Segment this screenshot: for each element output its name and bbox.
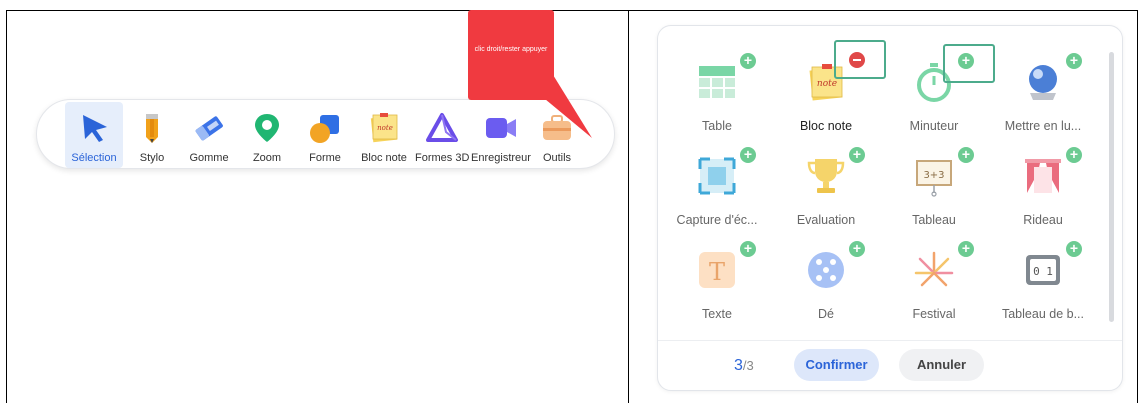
grid-item-festival[interactable]: + Festival xyxy=(880,241,988,331)
highlight-box xyxy=(834,40,886,79)
page-total: /3 xyxy=(742,358,754,373)
grid-item-label: Bloc note xyxy=(799,119,853,133)
tool-label: Forme xyxy=(309,152,341,164)
grid-item-scoreboard[interactable]: 0 1 + Tableau de b... xyxy=(989,241,1097,331)
panel-divider xyxy=(628,10,629,403)
tool-label: Zoom xyxy=(252,152,282,164)
grid-item-label: Tableau de b... xyxy=(1001,307,1084,321)
grid-item-blackboard[interactable]: 3+3 + Tableau xyxy=(880,147,988,237)
tool-label: Stylo xyxy=(139,152,165,164)
add-badge-icon[interactable]: + xyxy=(958,147,974,163)
footer-divider xyxy=(658,340,1122,341)
scoreboard-text: 0 1 xyxy=(1033,265,1053,278)
grid-item-table[interactable]: + Table xyxy=(663,53,771,143)
add-badge-icon[interactable]: + xyxy=(740,53,756,69)
tool-pen[interactable]: Stylo xyxy=(127,102,177,168)
tool-zoom[interactable]: Zoom xyxy=(242,102,292,168)
callout-text: clic droit/rester appuyer xyxy=(474,46,548,53)
grid-item-text[interactable]: T + Texte xyxy=(663,241,771,331)
grid-item-spotlight[interactable]: + Mettre en lu... xyxy=(989,53,1097,143)
fireworks-icon xyxy=(914,251,954,287)
grid-item-screenshot[interactable]: + Capture d'éc... xyxy=(663,147,771,237)
add-badge-icon[interactable]: + xyxy=(1066,53,1082,69)
tool-label: Enregistreur xyxy=(471,152,531,164)
grid-item-label: Dé xyxy=(818,307,834,321)
scoreboard-icon: 0 1 xyxy=(1026,255,1060,285)
arrow-cursor-icon xyxy=(83,115,107,142)
tool-3d-shapes[interactable]: Formes 3D xyxy=(415,102,469,168)
cancel-button[interactable]: Annuler xyxy=(899,349,984,381)
shapes-icon xyxy=(310,115,339,143)
highlight-box xyxy=(943,44,995,83)
triangle-3d-icon xyxy=(426,113,458,142)
grid-item-label: Minuteur xyxy=(909,119,959,133)
grid-item-label: Texte xyxy=(702,307,732,321)
grid-item-label: Table xyxy=(702,119,732,133)
grid-item-label: Evaluation xyxy=(796,213,856,227)
grid-item-label: Rideau xyxy=(1023,213,1063,227)
add-badge-icon[interactable]: + xyxy=(1066,147,1082,163)
grid-item-dice[interactable]: + Dé xyxy=(772,241,880,331)
grid-item-label: Capture d'éc... xyxy=(676,213,758,227)
curtain-icon xyxy=(1025,159,1061,193)
callout-annotation xyxy=(468,10,554,100)
text-glyph: T xyxy=(709,258,725,286)
add-badge-icon[interactable]: + xyxy=(958,241,974,257)
tool-label: Gomme xyxy=(189,152,229,164)
grid-item-label: Tableau xyxy=(912,213,956,227)
tool-label: Formes 3D xyxy=(415,152,470,164)
add-badge-icon[interactable]: + xyxy=(849,241,865,257)
blackboard-icon: 3+3 xyxy=(916,160,952,197)
screenshot-icon xyxy=(698,157,736,195)
grid-item-label: Festival xyxy=(912,307,956,321)
add-badge-icon[interactable]: + xyxy=(849,147,865,163)
page-current: 3 xyxy=(734,357,743,374)
svg-text:note: note xyxy=(377,124,393,132)
grid-item-evaluation[interactable]: + Evaluation xyxy=(772,147,880,237)
tool-shape[interactable]: Forme xyxy=(299,102,351,168)
eraser-icon xyxy=(195,116,223,141)
tool-label: Bloc note xyxy=(361,152,407,164)
tool-sticky-note[interactable]: note Bloc note xyxy=(357,102,411,168)
map-pin-icon xyxy=(255,114,279,142)
crystal-ball-icon xyxy=(1029,65,1057,100)
grid-item-label: Mettre en lu... xyxy=(1004,119,1082,133)
add-badge-icon[interactable]: + xyxy=(740,147,756,163)
svg-text:note: note xyxy=(817,79,837,89)
add-badge-icon[interactable]: + xyxy=(740,241,756,257)
add-badge-icon[interactable]: + xyxy=(1066,241,1082,257)
grid-item-curtain[interactable]: + Rideau xyxy=(989,147,1097,237)
tool-label: Sélection xyxy=(71,152,117,164)
board-text: 3+3 xyxy=(923,170,944,181)
dice-icon xyxy=(808,252,844,288)
tool-selection[interactable]: Sélection xyxy=(65,102,123,168)
page-indicator: 3/3 xyxy=(734,357,754,375)
tool-label: Outils xyxy=(542,152,572,164)
text-t-icon: T xyxy=(699,252,735,288)
trophy-icon xyxy=(807,159,845,193)
dialog-scrollbar[interactable] xyxy=(1109,52,1114,322)
tool-eraser[interactable]: Gomme xyxy=(182,102,236,168)
sticky-note-icon: note xyxy=(370,113,398,143)
confirm-button[interactable]: Confirmer xyxy=(794,349,879,381)
table-grid-icon xyxy=(699,66,735,98)
pencil-icon xyxy=(146,114,158,143)
